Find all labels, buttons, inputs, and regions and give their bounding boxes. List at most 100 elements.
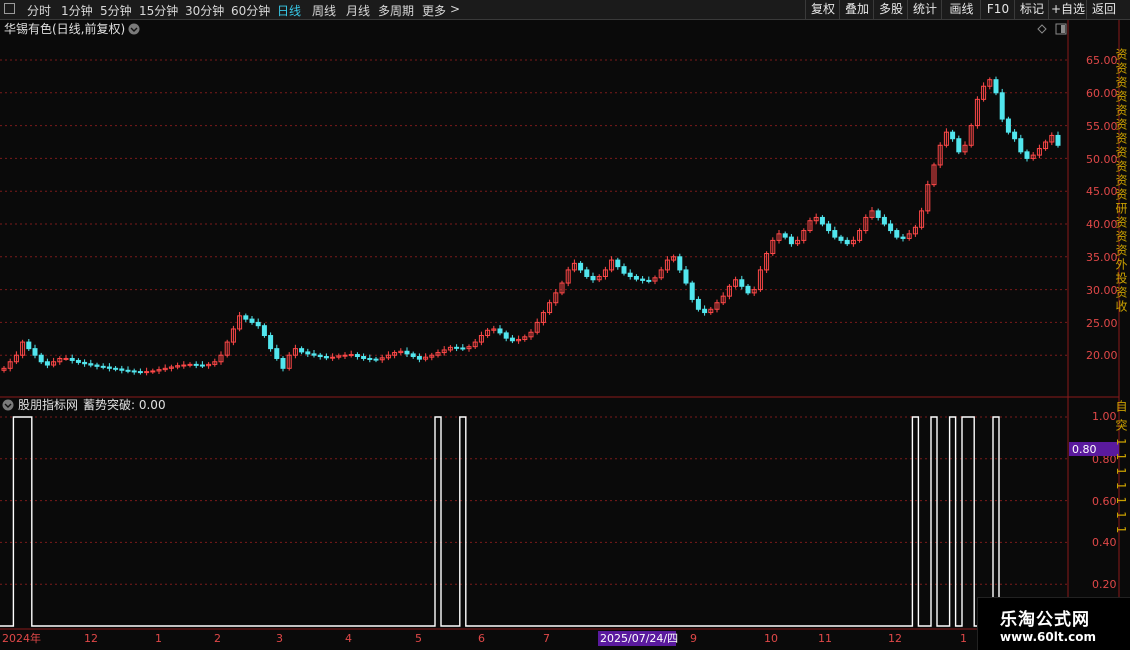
candle-body <box>26 341 32 350</box>
candle-body <box>509 337 515 342</box>
x-tick: 2 <box>214 632 221 645</box>
candle-body <box>621 266 627 274</box>
candle-body <box>739 279 745 287</box>
y-tick: 0.40 <box>1092 536 1117 549</box>
grid-lines <box>0 59 1068 585</box>
candle-body <box>88 363 94 366</box>
chevron-down-icon[interactable] <box>2 399 14 411</box>
candle-body <box>590 275 596 281</box>
candle-body <box>373 358 379 361</box>
y-tick: 60.00 <box>1086 87 1118 100</box>
x-tick: 1 <box>155 632 162 645</box>
y-tick: 30.00 <box>1086 284 1118 297</box>
breakout-signal-series <box>0 416 1130 627</box>
candle-body <box>497 328 503 334</box>
y-tick: 55.00 <box>1086 120 1118 133</box>
candle-body <box>1012 131 1018 140</box>
cursor-value-label: 0.80 <box>1072 443 1097 456</box>
candle-body <box>119 368 125 371</box>
candle-body <box>454 346 460 349</box>
candle-body <box>249 318 255 323</box>
candle-body <box>323 356 329 359</box>
candle-body <box>330 356 336 359</box>
candle-body <box>1018 138 1024 153</box>
indicator-value: 蓄势突破: 0.00 <box>83 397 166 412</box>
candle-body <box>63 357 69 360</box>
x-tick: 12 <box>84 632 98 645</box>
stock-chart-canvas[interactable]: 华锡有色(日线,前复权) 65.00 60.00 55.00 50.00 45.… <box>0 0 1130 650</box>
candle-body <box>888 223 894 232</box>
indicator-name: 股朋指标网 <box>18 397 78 412</box>
candle-body <box>342 354 348 357</box>
candle-body <box>187 363 193 366</box>
candle-body <box>578 262 584 271</box>
candle-body <box>832 230 838 238</box>
candle-body <box>100 365 106 368</box>
y-tick: 65.00 <box>1086 54 1118 67</box>
candle-body <box>144 371 150 374</box>
watermark-logo: 乐淘公式网 www.60lt.com <box>977 597 1130 650</box>
candle-body <box>844 239 850 245</box>
cursor-date-label: 2025/07/24/四 <box>600 632 678 645</box>
right-info-strip-lower: 自突1111111 <box>1114 400 1128 541</box>
candle-body <box>894 230 900 238</box>
candle-body <box>268 335 274 350</box>
y-tick: 0.20 <box>1092 578 1117 591</box>
candle-body <box>75 359 81 363</box>
candle-body <box>640 278 646 281</box>
candle-body <box>261 325 267 337</box>
candle-body <box>94 364 100 367</box>
y-tick: 1.00 <box>1092 410 1117 423</box>
candle-body <box>69 357 75 361</box>
candle-body <box>689 282 695 300</box>
candle-body <box>702 308 708 314</box>
chevron-down-icon[interactable] <box>128 23 140 35</box>
candle-body <box>113 367 119 370</box>
candle-body <box>280 357 286 369</box>
y-tick: 0.60 <box>1092 495 1117 508</box>
x-tick: 10 <box>764 632 778 645</box>
y-tick: 20.00 <box>1086 349 1118 362</box>
x-tick: 3 <box>276 632 283 645</box>
x-tick: 5 <box>415 632 422 645</box>
diamond-icon[interactable] <box>1037 24 1047 34</box>
candle-body <box>354 354 360 358</box>
panel-toggle-icon[interactable] <box>1055 23 1067 35</box>
indicator-axis-ticks: 1.00 0.80 0.60 0.40 0.20 <box>1092 410 1117 591</box>
candle-body <box>633 275 639 280</box>
x-tick: 9 <box>690 632 697 645</box>
candle-body <box>819 216 825 225</box>
candle-body <box>745 285 751 294</box>
candle-body <box>106 366 112 369</box>
signal-line <box>0 416 1130 627</box>
candle-body <box>584 269 590 277</box>
candle-body <box>311 353 317 356</box>
watermark-url: www.60lt.com <box>1000 630 1097 644</box>
candle-body <box>788 236 794 245</box>
x-tick: 2024年 <box>2 631 41 645</box>
candle-body <box>416 356 422 360</box>
candle-body <box>695 298 701 310</box>
candle-body <box>243 315 249 320</box>
candle-body <box>950 131 956 140</box>
candle-body <box>361 356 367 359</box>
candle-body <box>993 79 999 94</box>
right-info-strip: 资资资资资资资资资资资研资资资外投资收 <box>1114 48 1128 314</box>
y-tick: 50.00 <box>1086 153 1118 166</box>
price-axis-ticks: 65.00 60.00 55.00 50.00 45.00 40.00 35.0… <box>1086 54 1118 362</box>
y-tick: 45.00 <box>1086 185 1118 198</box>
candle-body <box>131 370 137 373</box>
x-tick: 1 <box>960 632 967 645</box>
candle-body <box>317 354 323 358</box>
candle-body <box>956 138 962 153</box>
candle-body <box>404 350 410 355</box>
candlestick-series <box>1 76 1061 376</box>
candle-body <box>44 361 50 366</box>
candle-body <box>826 223 832 232</box>
candle-body <box>367 357 373 360</box>
candle-body <box>150 370 156 373</box>
candle-body <box>1055 134 1061 146</box>
candle-body <box>199 364 205 367</box>
x-tick: 6 <box>478 632 485 645</box>
x-tick: 7 <box>543 632 550 645</box>
